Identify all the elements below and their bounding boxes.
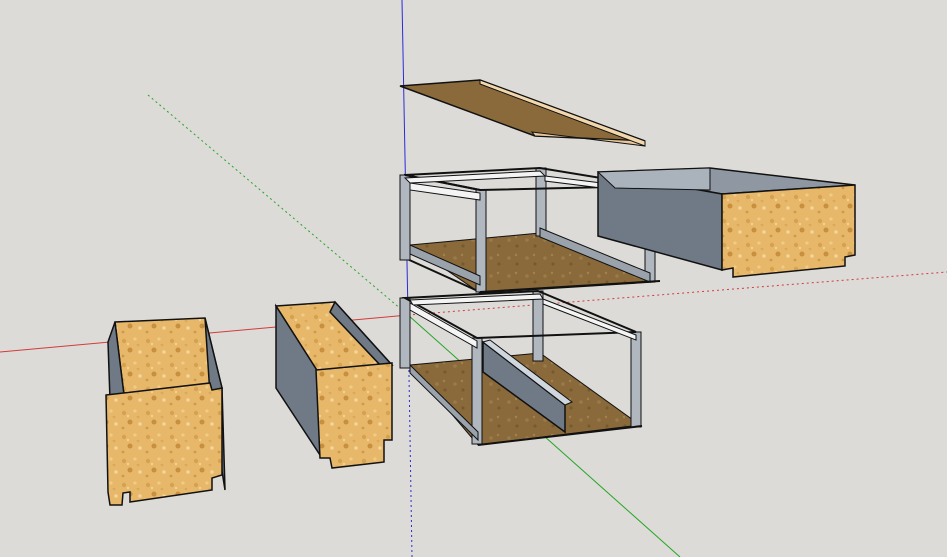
side-box-left[interactable] xyxy=(105,317,226,506)
lower-drawer-frame[interactable] xyxy=(399,289,643,446)
axis-blue-z-up xyxy=(401,0,409,316)
side-box-middle[interactable] xyxy=(274,300,394,469)
side-box-right[interactable] xyxy=(596,167,856,278)
model-canvas[interactable] xyxy=(0,0,947,557)
axis-green-y-back xyxy=(147,94,409,316)
lid-panel[interactable] xyxy=(399,79,646,147)
sketchup-3d-viewport[interactable] xyxy=(0,0,947,557)
